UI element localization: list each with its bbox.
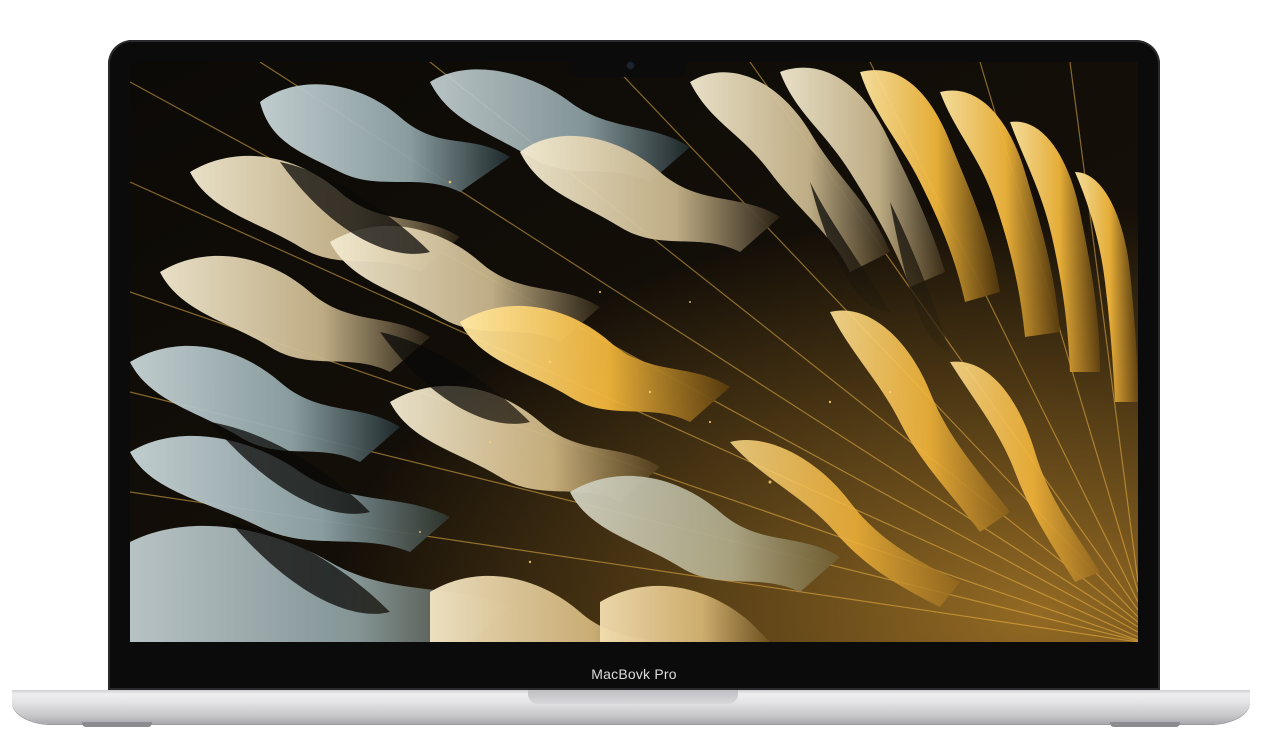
brand-label: MacBovk Pro [591,666,677,682]
left-foot [82,722,152,727]
laptop: MacBovk Pro [0,0,1262,745]
wallpaper-art [130,62,1138,642]
camera-icon [627,62,634,69]
screen-chin: MacBovk Pro [110,660,1158,688]
right-foot [1110,722,1180,727]
lid-opening-notch [528,690,738,704]
screen-wallpaper [130,62,1138,642]
